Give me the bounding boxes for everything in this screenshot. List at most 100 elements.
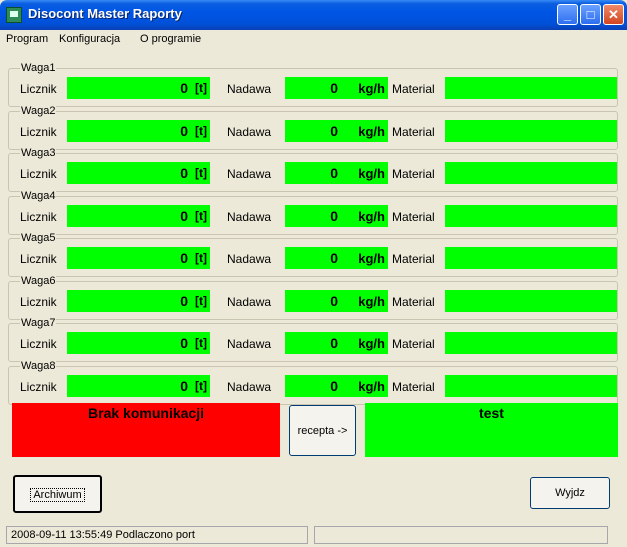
material-label: Material xyxy=(392,125,435,139)
material-field xyxy=(445,205,617,227)
material-field xyxy=(445,77,617,99)
nadawa-value: 0 xyxy=(330,80,338,96)
nadawa-value: 0 xyxy=(330,123,338,139)
licznik-label: Licznik xyxy=(20,167,57,181)
nadawa-value: 0 xyxy=(330,335,338,351)
recepta-button[interactable]: recepta -> xyxy=(289,405,356,456)
licznik-unit: [t] xyxy=(195,336,207,350)
communication-status-panel: Brak komunikacji xyxy=(12,403,280,457)
licznik-label: Licznik xyxy=(20,252,57,266)
nadawa-label: Nadawa xyxy=(227,167,272,181)
licznik-value: 0 xyxy=(180,250,188,266)
archiwum-label: Archiwum xyxy=(30,488,85,502)
window-title: Disocont Master Raporty xyxy=(28,6,182,21)
nadawa-unit: kg/h xyxy=(358,166,385,181)
nadawa-value: 0 xyxy=(330,165,338,181)
menu-program[interactable]: Program xyxy=(6,33,48,45)
menu-konfiguracja[interactable]: Konfiguracja xyxy=(59,33,120,45)
minimize-button[interactable]: _ xyxy=(557,4,578,25)
licznik-value: 0 xyxy=(180,335,188,351)
licznik-label: Licznik xyxy=(20,337,57,351)
licznik-label: Licznik xyxy=(20,380,57,394)
scale-name: Waga2 xyxy=(20,105,57,117)
status-bar: 2008-09-11 13:55:49 Podlaczono port xyxy=(0,524,627,547)
scale-name: Waga8 xyxy=(20,360,57,372)
licznik-value: 0 xyxy=(180,165,188,181)
nadawa-value: 0 xyxy=(330,208,338,224)
maximize-icon: □ xyxy=(586,7,595,22)
minimize-icon: _ xyxy=(563,7,572,22)
wyjdz-button[interactable]: Wyjdz xyxy=(530,477,610,509)
material-label: Material xyxy=(392,210,435,224)
archiwum-button[interactable]: Archiwum xyxy=(13,475,102,513)
status-pane-right xyxy=(314,526,608,544)
recipe-panel: test xyxy=(365,403,618,457)
nadawa-unit: kg/h xyxy=(358,81,385,96)
nadawa-unit: kg/h xyxy=(358,294,385,309)
menu-o-programie[interactable]: O programie xyxy=(140,33,201,45)
title-bar[interactable]: Disocont Master Raporty _ □ ✕ xyxy=(0,0,627,30)
licznik-value: 0 xyxy=(180,378,188,394)
licznik-field: 0 [t] xyxy=(67,290,210,312)
app-icon xyxy=(6,7,22,23)
scale-name: Waga1 xyxy=(20,62,57,74)
material-field xyxy=(445,332,617,354)
licznik-field: 0 [t] xyxy=(67,162,210,184)
status-pane-message: 2008-09-11 13:55:49 Podlaczono port xyxy=(6,526,308,544)
licznik-unit: [t] xyxy=(195,166,207,180)
nadawa-label: Nadawa xyxy=(227,252,272,266)
material-label: Material xyxy=(392,380,435,394)
licznik-value: 0 xyxy=(180,123,188,139)
material-field xyxy=(445,162,617,184)
scale-group: Waga8 Licznik 0 [t] Nadawa 0 kg/h Material xyxy=(8,360,618,405)
licznik-field: 0 [t] xyxy=(67,247,210,269)
scale-name: Waga3 xyxy=(20,147,57,159)
scale-name: Waga4 xyxy=(20,190,57,202)
scale-group: Waga6 Licznik 0 [t] Nadawa 0 kg/h Material xyxy=(8,275,618,320)
communication-status-text: Brak komunikacji xyxy=(88,405,204,421)
nadawa-label: Nadawa xyxy=(227,380,272,394)
nadawa-value: 0 xyxy=(330,250,338,266)
menu-bar: Program Konfiguracja O programie xyxy=(0,30,627,48)
scale-name: Waga6 xyxy=(20,275,57,287)
scale-group: Waga7 Licznik 0 [t] Nadawa 0 kg/h Material xyxy=(8,317,618,362)
nadawa-field: 0 kg/h xyxy=(285,290,388,312)
nadawa-field: 0 kg/h xyxy=(285,162,388,184)
licznik-value: 0 xyxy=(180,208,188,224)
nadawa-unit: kg/h xyxy=(358,124,385,139)
maximize-button[interactable]: □ xyxy=(580,4,601,25)
close-button[interactable]: ✕ xyxy=(603,4,624,25)
licznik-field: 0 [t] xyxy=(67,77,210,99)
material-field xyxy=(445,290,617,312)
nadawa-label: Nadawa xyxy=(227,125,272,139)
licznik-unit: [t] xyxy=(195,81,207,95)
scale-group: Waga4 Licznik 0 [t] Nadawa 0 kg/h Material xyxy=(8,190,618,235)
scale-group: Waga1 Licznik 0 [t] Nadawa 0 kg/h Material xyxy=(8,62,618,107)
material-field xyxy=(445,120,617,142)
nadawa-unit: kg/h xyxy=(358,251,385,266)
licznik-field: 0 [t] xyxy=(67,120,210,142)
material-field xyxy=(445,247,617,269)
material-label: Material xyxy=(392,295,435,309)
scale-group: Waga3 Licznik 0 [t] Nadawa 0 kg/h Material xyxy=(8,147,618,192)
nadawa-label: Nadawa xyxy=(227,337,272,351)
material-label: Material xyxy=(392,167,435,181)
nadawa-field: 0 kg/h xyxy=(285,332,388,354)
licznik-unit: [t] xyxy=(195,124,207,138)
nadawa-unit: kg/h xyxy=(358,379,385,394)
nadawa-label: Nadawa xyxy=(227,210,272,224)
licznik-unit: [t] xyxy=(195,294,207,308)
nadawa-field: 0 kg/h xyxy=(285,375,388,397)
licznik-value: 0 xyxy=(180,293,188,309)
material-field xyxy=(445,375,617,397)
nadawa-value: 0 xyxy=(330,293,338,309)
licznik-label: Licznik xyxy=(20,125,57,139)
nadawa-field: 0 kg/h xyxy=(285,77,388,99)
licznik-field: 0 [t] xyxy=(67,332,210,354)
licznik-value: 0 xyxy=(180,80,188,96)
nadawa-unit: kg/h xyxy=(358,209,385,224)
material-label: Material xyxy=(392,82,435,96)
nadawa-field: 0 kg/h xyxy=(285,247,388,269)
nadawa-field: 0 kg/h xyxy=(285,205,388,227)
scale-name: Waga7 xyxy=(20,317,57,329)
